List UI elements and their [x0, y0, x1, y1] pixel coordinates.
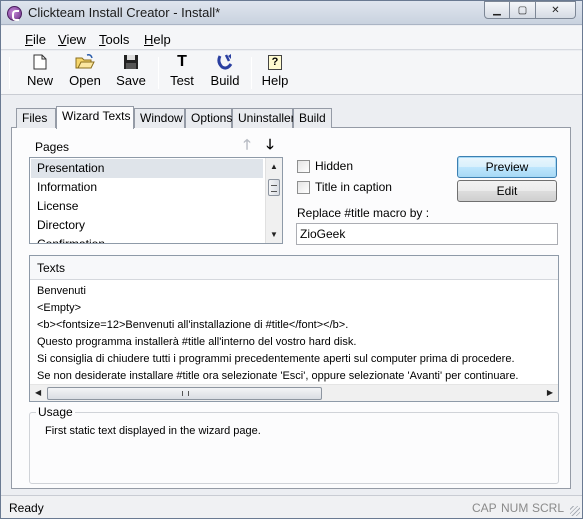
- close-button[interactable]: ✕: [536, 1, 576, 19]
- new-button[interactable]: New: [24, 53, 56, 93]
- list-item-information[interactable]: Information: [31, 178, 263, 197]
- test-button[interactable]: T Test: [166, 53, 198, 93]
- list-item-presentation[interactable]: Presentation: [31, 159, 263, 178]
- hidden-checkbox-label: Hidden: [315, 159, 354, 173]
- scroll-up-arrow-icon[interactable]: ▲: [270, 162, 278, 171]
- usage-description: First static text displayed in the wizar…: [45, 425, 261, 437]
- menu-bar: File View Tools Help: [1, 26, 582, 50]
- texts-horizontal-scrollbar[interactable]: ◀ ▶: [30, 384, 558, 401]
- replace-title-label: Replace #title macro by :: [297, 206, 430, 220]
- texts-scroll-thumb[interactable]: [47, 387, 322, 400]
- preview-button[interactable]: Preview: [457, 156, 557, 178]
- scroll-left-arrow-icon[interactable]: ◀: [35, 388, 41, 397]
- open-button[interactable]: Open: [67, 53, 103, 93]
- title-in-caption-checkbox[interactable]: Title in caption: [297, 180, 392, 194]
- test-label: Test: [170, 73, 194, 88]
- edit-button[interactable]: Edit: [457, 180, 557, 202]
- text-line[interactable]: <Empty>: [37, 300, 519, 317]
- toolbar-separator: [9, 57, 10, 89]
- maximize-icon: ▢: [517, 4, 528, 16]
- title-bar: Clickteam Install Creator - Install* ▁ ▢…: [1, 1, 582, 25]
- cap-indicator: CAP: [472, 501, 497, 515]
- pages-label: Pages: [35, 140, 70, 154]
- title-in-caption-label: Title in caption: [315, 180, 392, 194]
- menu-help[interactable]: Help: [144, 32, 171, 47]
- status-bar: Ready CAP NUM SCRL: [1, 495, 582, 518]
- tab-window[interactable]: Window: [134, 108, 185, 128]
- move-up-icon[interactable]: 🡑: [238, 136, 256, 154]
- hidden-checkbox-box[interactable]: [297, 159, 310, 173]
- save-button[interactable]: Save: [115, 53, 147, 93]
- pages-scroll-thumb[interactable]: [268, 179, 280, 196]
- tab-options[interactable]: Options: [185, 108, 232, 128]
- save-label: Save: [116, 73, 146, 88]
- toolbar: New Open Save T Test Build ? Help: [1, 51, 582, 95]
- close-icon: ✕: [551, 4, 560, 16]
- open-label: Open: [69, 73, 101, 88]
- text-line[interactable]: Se non desiderate installare #title ora …: [37, 368, 519, 385]
- title-in-caption-checkbox-box[interactable]: [297, 180, 310, 194]
- save-disk-icon: [121, 53, 141, 71]
- main-window: Clickteam Install Creator - Install* ▁ ▢…: [0, 0, 583, 519]
- tab-files[interactable]: Files: [16, 108, 56, 128]
- pages-list[interactable]: Presentation Information License Directo…: [29, 157, 283, 244]
- help-icon: ?: [265, 53, 285, 71]
- tab-uninstaller[interactable]: Uninstaller: [232, 108, 295, 128]
- list-item-license[interactable]: License: [31, 197, 263, 216]
- open-folder-icon: [75, 53, 95, 71]
- text-line[interactable]: Benvenuti: [37, 283, 519, 300]
- new-label: New: [26, 73, 53, 88]
- tab-build[interactable]: Build: [293, 108, 332, 128]
- status-text: Ready: [9, 501, 44, 515]
- build-label: Build: [210, 73, 240, 88]
- minimize-button[interactable]: ▁: [484, 1, 510, 19]
- maximize-button[interactable]: ▢: [510, 1, 536, 19]
- usage-label: Usage: [36, 405, 75, 419]
- hidden-checkbox[interactable]: Hidden: [297, 159, 353, 173]
- list-item-confirmation[interactable]: Confirmation: [31, 235, 263, 243]
- menu-view[interactable]: View: [58, 32, 86, 47]
- help-label: Help: [261, 73, 289, 88]
- list-item-directory[interactable]: Directory: [31, 216, 263, 235]
- num-indicator: NUM: [501, 501, 529, 515]
- text-line[interactable]: Questo programma installerà #title all'i…: [37, 334, 519, 351]
- scroll-right-arrow-icon[interactable]: ▶: [547, 388, 553, 397]
- window-title: Clickteam Install Creator - Install*: [28, 5, 221, 20]
- usage-groupbox: [29, 412, 559, 484]
- text-line[interactable]: <b><fontsize=12>Benvenuti all'installazi…: [37, 317, 519, 334]
- menu-file[interactable]: File: [25, 32, 46, 47]
- toolbar-separator: [158, 57, 159, 89]
- caption-buttons: ▁ ▢ ✕: [484, 1, 576, 19]
- new-document-icon: [30, 53, 50, 71]
- scrl-indicator: SCRL: [532, 501, 565, 515]
- menu-tools[interactable]: Tools: [99, 32, 129, 47]
- texts-lines: Benvenuti <Empty> <b><fontsize=12>Benven…: [37, 283, 519, 385]
- replace-title-input[interactable]: ZioGeek: [296, 223, 558, 245]
- test-icon: T: [177, 53, 187, 70]
- pages-vertical-scrollbar[interactable]: ▲ ▼: [265, 158, 282, 243]
- clickteam-app-icon[interactable]: [7, 6, 22, 21]
- texts-list[interactable]: Texts Benvenuti <Empty> <b><fontsize=12>…: [29, 255, 559, 402]
- texts-header: Texts: [30, 256, 558, 280]
- build-icon: [215, 53, 235, 71]
- resize-grip-icon[interactable]: [570, 506, 580, 516]
- help-icon-glyph: ?: [268, 54, 282, 70]
- scroll-down-arrow-icon[interactable]: ▼: [270, 230, 278, 239]
- tab-wizard-texts[interactable]: Wizard Texts: [56, 106, 134, 129]
- toolbar-separator: [251, 57, 252, 89]
- help-button[interactable]: ? Help: [259, 53, 291, 93]
- move-down-icon[interactable]: 🡓: [261, 136, 279, 154]
- build-button[interactable]: Build: [209, 53, 241, 93]
- minimize-icon: ▁: [493, 4, 501, 16]
- text-line[interactable]: Si consiglia di chiudere tutti i program…: [37, 351, 519, 368]
